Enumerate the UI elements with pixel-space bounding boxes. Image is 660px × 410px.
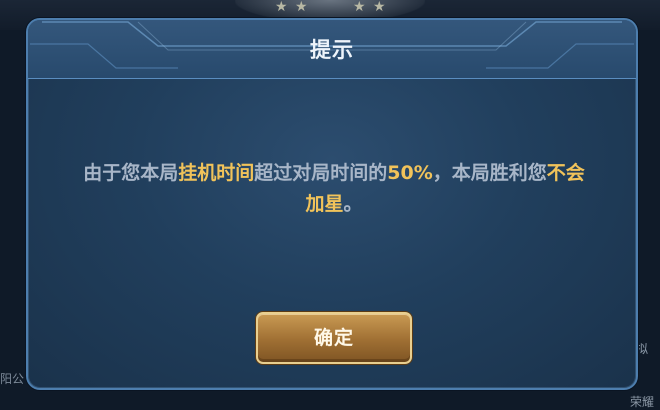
message-highlight-percent: 50% <box>387 162 433 184</box>
star-icon: ★ <box>295 0 308 15</box>
dialog-message: 由于您本局挂机时间超过对局时间的50%，本局胜利您不会加星。 <box>74 158 594 220</box>
star-icon: ★ <box>353 0 366 15</box>
message-text: 。 <box>343 193 363 215</box>
notice-dialog: 提示 由于您本局挂机时间超过对局时间的50%，本局胜利您不会加星。 确定 <box>26 18 638 390</box>
confirm-button[interactable]: 确定 <box>256 312 412 364</box>
message-text: ，本局胜利您 <box>432 162 547 184</box>
message-highlight-afk-time: 挂机时间 <box>178 162 255 184</box>
background-right-text: 拟 <box>636 342 649 356</box>
background-bottom-right-text: 荣耀 <box>629 395 654 409</box>
dialog-title: 提示 <box>310 38 354 62</box>
star-icon: ★ <box>275 0 288 15</box>
message-text: 由于您本局 <box>83 162 179 184</box>
message-text: 超过对局时间的 <box>254 162 388 184</box>
star-icon: ★ <box>373 0 386 15</box>
dialog-header: 提示 <box>28 20 636 79</box>
